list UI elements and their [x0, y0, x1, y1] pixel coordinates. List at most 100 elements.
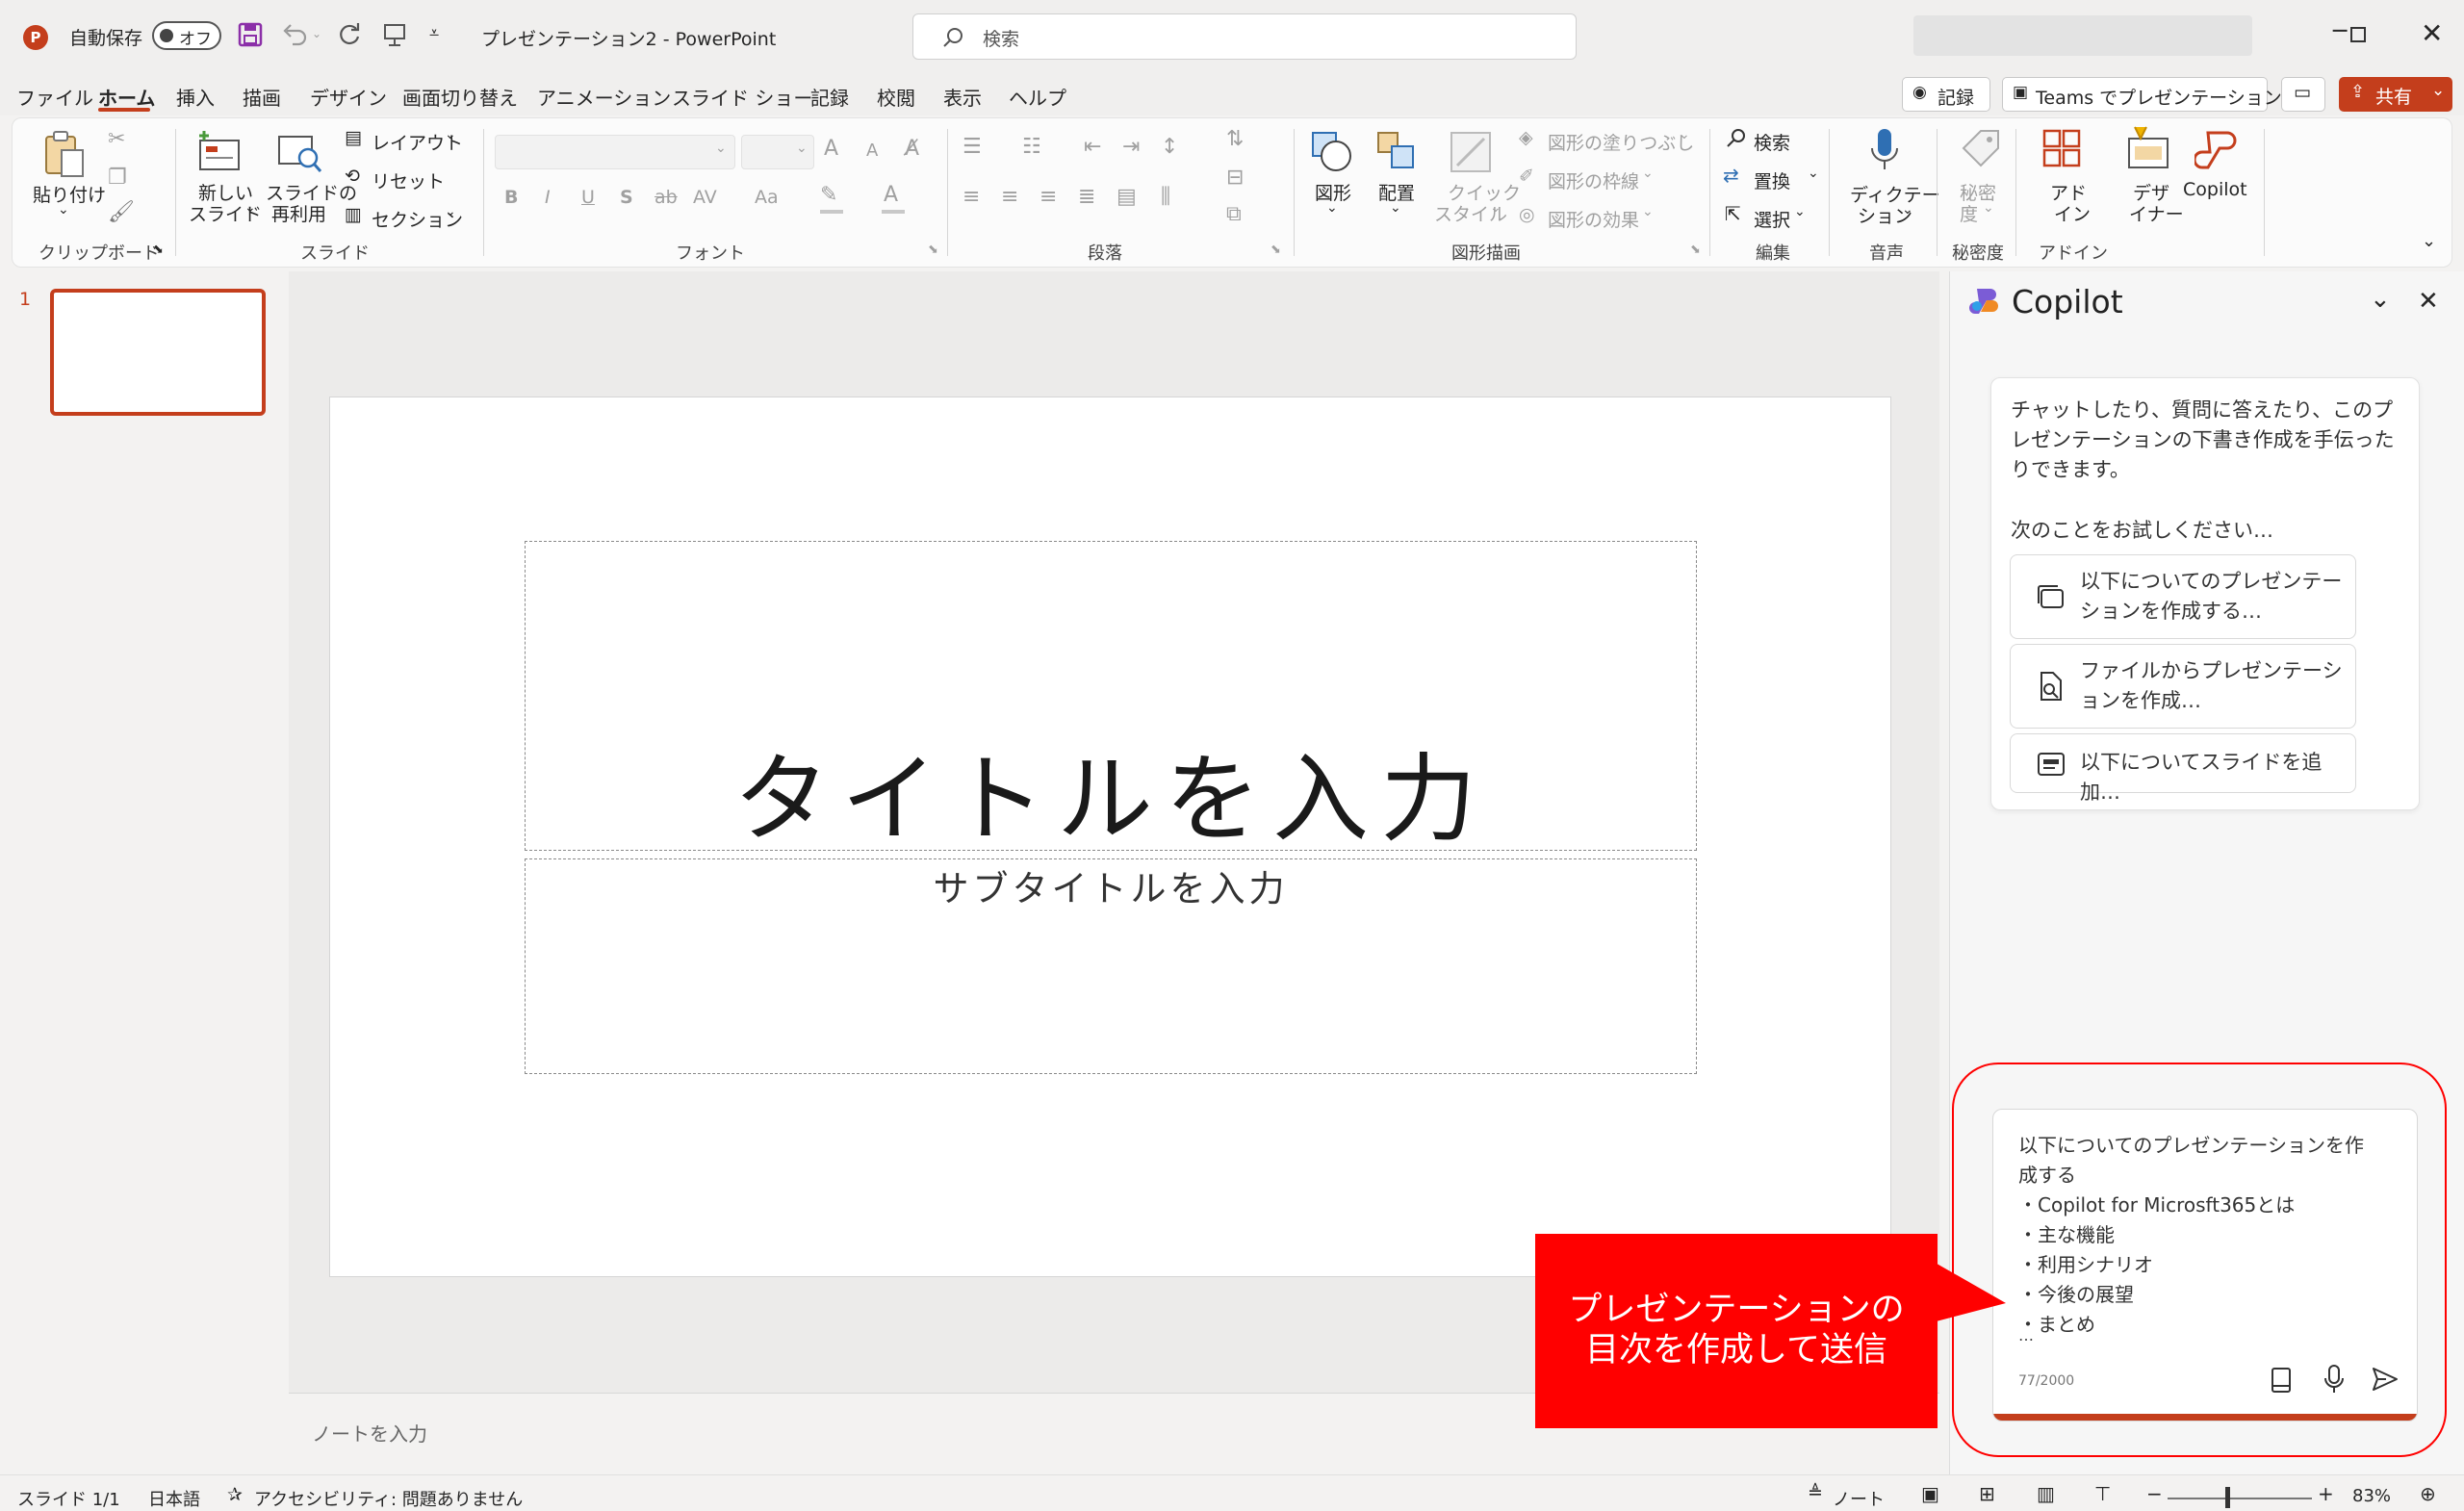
- suggestion-create-presentation[interactable]: 以下についてのプレゼンテーションを作成する…: [2010, 554, 2356, 639]
- zoom-slider-track[interactable]: [2168, 1498, 2312, 1499]
- select-icon[interactable]: ⇱: [1725, 202, 1741, 225]
- reset-button[interactable]: リセット: [372, 167, 445, 193]
- save-icon[interactable]: [237, 21, 264, 48]
- arrange-icon[interactable]: [1374, 129, 1421, 175]
- tab-transitions[interactable]: 画面切り替え: [402, 83, 518, 111]
- tab-file[interactable]: ファイル: [16, 83, 93, 111]
- shape-outline-icon[interactable]: ✐: [1519, 166, 1534, 187]
- fit-to-window-icon[interactable]: ⊕: [2420, 1482, 2436, 1505]
- italic-button[interactable]: I: [545, 187, 551, 208]
- quick-styles-icon[interactable]: [1448, 129, 1494, 175]
- undo-dropdown-icon[interactable]: ⌄: [312, 27, 321, 40]
- copilot-collapse-icon[interactable]: ⌄: [2370, 285, 2391, 314]
- shape-effect-icon[interactable]: ◎: [1519, 204, 1535, 225]
- minimize-icon[interactable]: ─: [2333, 17, 2347, 44]
- ribbon-collapse-icon[interactable]: ⌄: [2422, 231, 2436, 251]
- new-slide-dropdown-icon[interactable]: ⌄: [244, 200, 256, 216]
- quick-styles-dropdown-icon[interactable]: ⌄: [1490, 200, 1502, 216]
- shrink-font-button[interactable]: A: [866, 141, 878, 161]
- copy-icon[interactable]: ❐: [108, 166, 127, 190]
- tab-design[interactable]: デザイン: [310, 83, 387, 111]
- suggestion-add-slide[interactable]: 以下についてスライドを追加…: [2010, 733, 2356, 804]
- autosave-toggle[interactable]: オフ: [152, 21, 221, 50]
- replace-icon[interactable]: ⇄: [1723, 164, 1739, 187]
- close-icon[interactable]: ✕: [2421, 17, 2443, 49]
- layout-dropdown-icon[interactable]: ⌄: [445, 127, 456, 142]
- shape-effect-button[interactable]: 図形の効果: [1548, 206, 1639, 232]
- select-dropdown-icon[interactable]: ⌄: [1794, 204, 1806, 219]
- char-spacing-button[interactable]: AV: [693, 187, 717, 208]
- sensitivity-label-2[interactable]: 度: [1960, 200, 1978, 226]
- reuse-slides-label-2[interactable]: 再利用: [271, 200, 326, 226]
- slide-thumbnail[interactable]: [50, 289, 266, 416]
- maximize-icon[interactable]: [2350, 27, 2366, 42]
- justify-icon[interactable]: ≣: [1078, 185, 1095, 209]
- grow-font-button[interactable]: A: [824, 137, 838, 161]
- microphone-icon[interactable]: [1867, 127, 1902, 175]
- underline-button[interactable]: U: [581, 187, 595, 208]
- undo-icon[interactable]: [279, 21, 308, 48]
- bullets-icon[interactable]: ☰: [962, 135, 982, 159]
- clipboard-launcher-icon[interactable]: ⬊: [153, 243, 164, 257]
- title-placeholder-box[interactable]: タイトルを入力: [525, 541, 1697, 856]
- tab-slideshow[interactable]: スライド ショー: [672, 83, 812, 111]
- highlight-icon[interactable]: ✎: [820, 183, 837, 207]
- cut-icon[interactable]: ✂: [108, 127, 125, 151]
- tab-record[interactable]: 記録: [810, 83, 849, 111]
- arrange-dropdown-icon[interactable]: ⌄: [1390, 200, 1401, 216]
- strikethrough-button[interactable]: ab: [654, 187, 678, 208]
- align-right-icon[interactable]: ≡: [1040, 185, 1057, 209]
- comments-button[interactable]: ▭: [2281, 77, 2325, 112]
- paste-label[interactable]: 貼り付け: [33, 181, 106, 207]
- copilot-ribbon-icon[interactable]: [2194, 127, 2241, 173]
- reset-icon[interactable]: ⟲: [345, 166, 360, 187]
- section-dropdown-icon[interactable]: ⌄: [445, 204, 456, 219]
- copilot-ribbon-label[interactable]: Copilot: [2183, 179, 2247, 200]
- paragraph-launcher-icon[interactable]: ⬊: [1270, 243, 1281, 257]
- tab-review[interactable]: 校閲: [877, 83, 915, 111]
- normal-view-icon[interactable]: ▣: [1921, 1482, 1939, 1505]
- numbering-icon[interactable]: ☷: [1022, 135, 1041, 159]
- slide-sorter-icon[interactable]: ⊞: [1979, 1482, 1995, 1505]
- reuse-slides-icon[interactable]: [275, 129, 323, 175]
- record-button[interactable]: ◉ 記録: [1902, 77, 1990, 112]
- zoom-slider-thumb[interactable]: [2225, 1487, 2230, 1508]
- shapes-dropdown-icon[interactable]: ⌄: [1326, 200, 1338, 216]
- present-from-start-icon[interactable]: [381, 21, 408, 48]
- tab-home[interactable]: ホーム: [98, 83, 155, 111]
- clear-format-icon[interactable]: A̸: [905, 137, 919, 161]
- teams-present-button[interactable]: ▣ Teams でプレゼンテーション: [2002, 77, 2282, 112]
- subtitle-placeholder-box[interactable]: サブタイトルを入力: [525, 858, 1697, 1074]
- copilot-close-icon[interactable]: ✕: [2418, 287, 2439, 316]
- columns-icon[interactable]: ⫼: [1161, 185, 1170, 209]
- shadow-button[interactable]: S: [620, 187, 633, 208]
- bold-button[interactable]: B: [504, 187, 518, 208]
- align-left-icon[interactable]: ≡: [962, 185, 980, 209]
- tab-animations[interactable]: アニメーション: [537, 83, 671, 111]
- replace-dropdown-icon[interactable]: ⌄: [1808, 166, 1819, 181]
- new-slide-icon[interactable]: [196, 129, 243, 175]
- account-area[interactable]: [1913, 15, 2252, 56]
- section-icon[interactable]: ▥: [345, 204, 362, 225]
- redo-icon[interactable]: [337, 21, 364, 48]
- decrease-indent-icon[interactable]: ⇤: [1084, 135, 1101, 159]
- change-case-button[interactable]: Aa: [755, 187, 779, 208]
- smartart-icon[interactable]: ⧉: [1226, 202, 1242, 226]
- search-box[interactable]: 検索: [912, 13, 1577, 60]
- align-text-icon[interactable]: ⊟: [1226, 166, 1244, 190]
- format-painter-icon[interactable]: 🖌: [108, 200, 135, 224]
- sensitivity-dropdown-icon[interactable]: ⌄: [1983, 200, 1994, 216]
- share-button[interactable]: ⇪ 共有 ⌄: [2339, 77, 2452, 112]
- dictate-dropdown-icon[interactable]: ⌄: [1902, 202, 1913, 218]
- shape-fill-button[interactable]: 図形の塗りつぶし: [1548, 129, 1694, 155]
- addins-icon[interactable]: [2040, 127, 2083, 173]
- addins-label-2[interactable]: イン: [2054, 200, 2091, 226]
- replace-button[interactable]: 置換: [1754, 167, 1790, 193]
- line-spacing-icon[interactable]: ↕: [1161, 135, 1178, 159]
- select-button[interactable]: 選択: [1754, 206, 1790, 232]
- shapes-icon[interactable]: [1309, 129, 1355, 175]
- slideshow-view-icon[interactable]: ⊤: [2094, 1482, 2111, 1505]
- shape-effect-dropdown-icon[interactable]: ⌄: [1642, 204, 1654, 219]
- text-direction-icon[interactable]: ⇅: [1226, 127, 1244, 151]
- find-button[interactable]: 検索: [1754, 129, 1790, 155]
